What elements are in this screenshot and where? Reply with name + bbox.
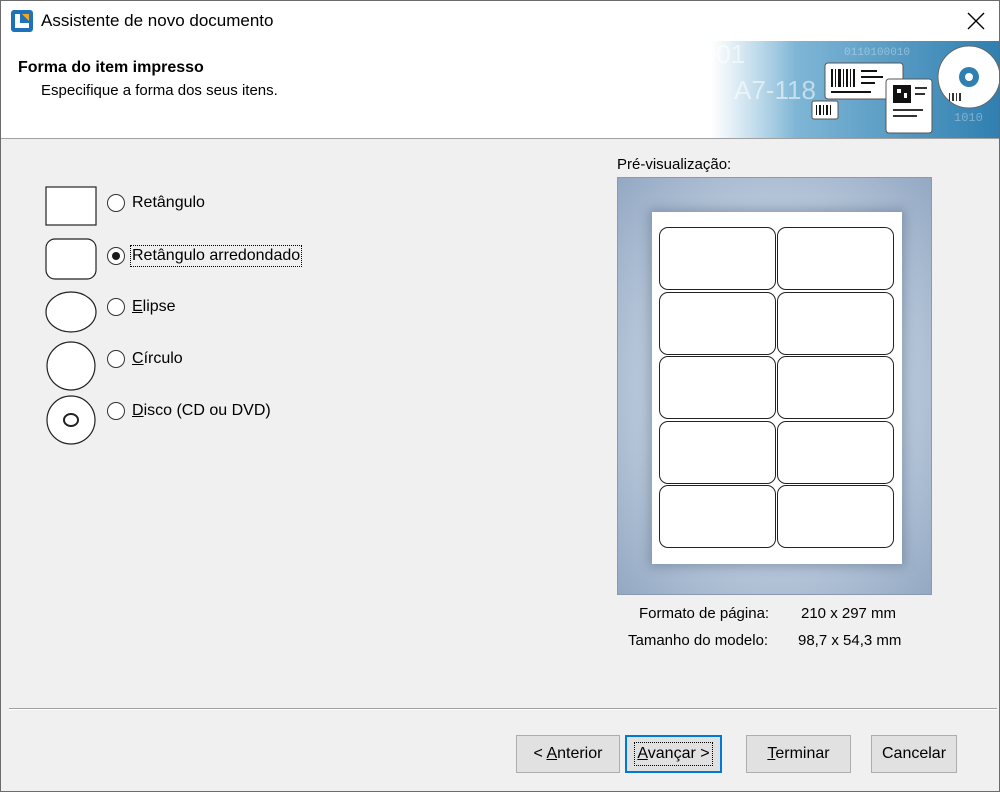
page-subtitle: Especifique a forma dos seus itens.: [41, 82, 278, 99]
close-button[interactable]: [953, 1, 999, 41]
finish-button-label: Terminar: [767, 745, 830, 762]
radio-ellipse[interactable]: Elipse: [107, 297, 177, 317]
page-format-label: Formato de página:: [639, 605, 770, 622]
circle-shape-icon: [46, 341, 96, 391]
preview-page: [652, 212, 902, 564]
app-logo-icon: [11, 10, 33, 32]
svg-text:A7-118: A7-118: [734, 75, 816, 105]
cancel-button-label: Cancelar: [881, 745, 947, 762]
preview-label-item: [777, 356, 894, 419]
ellipse-shape-icon: [45, 291, 97, 333]
preview-label: Pré-visualização:: [617, 156, 732, 173]
back-button-label: < Anterior: [533, 745, 603, 762]
radio-label: Disco (CD ou DVD): [132, 402, 271, 419]
radio-circle[interactable]: [107, 402, 125, 420]
svg-text:3597001: 3597001: [644, 41, 745, 69]
rectangle-shape-icon: [45, 186, 97, 226]
radio-label: Retângulo: [132, 194, 205, 211]
disc-shape-icon: [46, 395, 96, 445]
finish-button[interactable]: Terminar: [746, 735, 851, 773]
radio-rectangle[interactable]: Retângulo: [107, 193, 206, 213]
radio-circle-selected[interactable]: [107, 247, 125, 265]
preview-label-item: [777, 420, 894, 484]
preview-label-item: [659, 485, 776, 548]
title-bar: Assistente de novo documento: [1, 1, 999, 41]
radio-circle[interactable]: [107, 350, 125, 368]
wizard-header: Forma do item impresso Especifique a for…: [1, 41, 999, 139]
preview-label-item: [659, 420, 776, 484]
preview-label-item: [777, 485, 894, 548]
preview-label-item: [777, 227, 894, 290]
radio-rounded-rectangle[interactable]: Retângulo arredondado: [107, 245, 303, 267]
preview-label-item: [659, 291, 776, 355]
template-size-label: Tamanho do modelo:: [628, 632, 769, 649]
svg-text:1010: 1010: [954, 111, 983, 125]
radio-circle[interactable]: [107, 298, 125, 316]
page-format-value: 210 x 297 mm: [801, 605, 897, 622]
svg-text:0110100010: 0110100010: [844, 47, 910, 59]
header-banner-image: 3597001 0110100010 A7-118 000 0000 1010: [629, 41, 999, 138]
template-size-value: 98,7 x 54,3 mm: [798, 632, 902, 649]
preview-panel: [617, 177, 932, 595]
footer-separator: [9, 708, 997, 710]
back-button[interactable]: < Anterior: [516, 735, 620, 773]
radio-circle-shape[interactable]: Círculo: [107, 349, 184, 369]
window-title: Assistente de novo documento: [41, 11, 274, 30]
radio-circle[interactable]: [107, 194, 125, 212]
svg-text:000 0000: 000 0000: [659, 88, 705, 100]
rounded-rectangle-shape-icon: [45, 238, 97, 280]
preview-label-item: [659, 356, 776, 419]
cancel-button[interactable]: Cancelar: [871, 735, 957, 773]
preview-label-item: [777, 291, 894, 355]
radio-label: Elipse: [132, 298, 176, 315]
preview-label-item: [659, 227, 776, 290]
close-icon: [967, 12, 985, 30]
radio-label: Retângulo arredondado: [129, 245, 303, 267]
page-title: Forma do item impresso: [18, 59, 204, 76]
next-button[interactable]: Avançar >: [625, 735, 722, 773]
radio-disc[interactable]: Disco (CD ou DVD): [107, 401, 272, 421]
next-button-label: Avançar >: [634, 742, 713, 766]
wizard-window: Assistente de novo documento Forma do it…: [0, 0, 1000, 792]
radio-label: Círculo: [132, 350, 183, 367]
